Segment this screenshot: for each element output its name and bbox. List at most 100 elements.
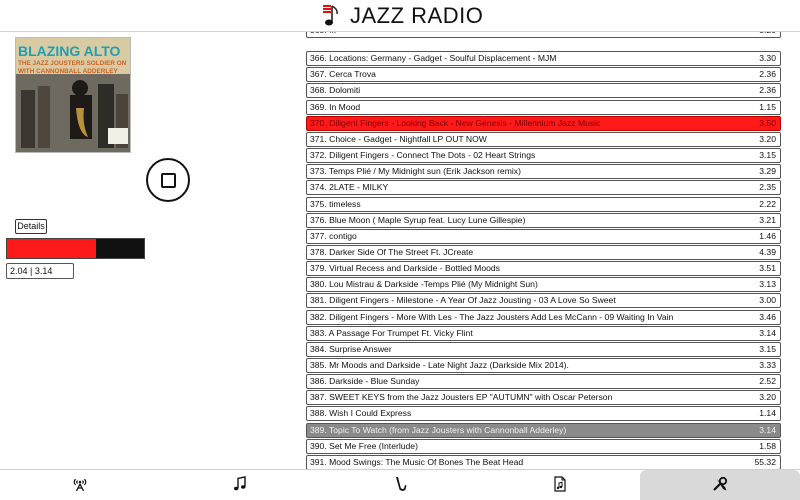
playlist-track[interactable]: 372. Diligent Fingers - Connect The Dots… bbox=[306, 148, 781, 163]
playlist-track[interactable]: 367. Cerca Trova 2.36 bbox=[306, 67, 781, 83]
music-note-logo-icon bbox=[323, 5, 338, 26]
playlist-track[interactable]: 375. timeless 2.22 bbox=[306, 196, 781, 212]
album-subtitle-line1: THE JAZZ JOUSTERS SOLDIER ON bbox=[18, 60, 127, 67]
track-duration: 3.21 bbox=[759, 214, 776, 225]
playlist-track[interactable]: 387. SWEET KEYS from the Jazz Jousters E… bbox=[306, 390, 781, 406]
playlist-track[interactable]: 377. contigo 1.46 bbox=[306, 228, 781, 244]
track-title: 391. Mood Swings: The Music Of Bones The… bbox=[310, 456, 524, 467]
playlist-track[interactable]: 376. Blue Moon ( Maple Syrup feat. Lucy … bbox=[306, 212, 781, 228]
album-cover: BLAZING ALTO THE JAZZ JOUSTERS SOLDIER O… bbox=[15, 37, 131, 153]
track-duration: 3.15 bbox=[759, 343, 776, 354]
playback-time: 2.04 | 3.14 bbox=[6, 263, 74, 279]
playlist-track[interactable]: 383. A Passage For Trumpet Ft. Vicky Fli… bbox=[306, 325, 781, 341]
tools-icon bbox=[713, 476, 728, 491]
playlist-track[interactable]: 366. Locations: Germany - Gadget - Soulf… bbox=[306, 51, 781, 67]
stop-button[interactable] bbox=[146, 158, 190, 202]
track-title: 378. Darker Side Of The Street Ft. JCrea… bbox=[310, 246, 474, 257]
playlist-track[interactable]: 384. Surprise Answer 3.15 bbox=[306, 341, 781, 357]
track-duration: 3.30 bbox=[759, 53, 776, 64]
track-title: 389. Topic To Watch (from Jazz Jousters … bbox=[310, 424, 567, 435]
track-duration: 3.14 bbox=[759, 327, 776, 338]
tab-saxophone[interactable] bbox=[320, 470, 480, 500]
app-title: JAZZ RADIO bbox=[350, 3, 484, 28]
track-title: 370. Diligent Fingers - Looking Back - N… bbox=[310, 117, 601, 128]
track-title: 388. Wish I Could Express bbox=[310, 408, 412, 419]
track-duration: 1.14 bbox=[759, 408, 776, 419]
playlist-track[interactable]: 390. Set Me Free (Interlude) 1.58 bbox=[306, 438, 781, 454]
track-title: 366. Locations: Germany - Gadget - Soulf… bbox=[310, 53, 557, 64]
track-duration: 4.39 bbox=[759, 246, 776, 257]
track-duration: 2.22 bbox=[759, 198, 776, 209]
track-title: 380. Lou Mistrau & Darkside -Temps Plié … bbox=[310, 279, 538, 290]
music-note-icon bbox=[234, 476, 246, 491]
playback-progress-bar bbox=[6, 238, 145, 259]
track-title: 382. Diligent Fingers - More With Les - … bbox=[310, 311, 674, 322]
playlist-track[interactable]: 365. ... 3.20 bbox=[306, 32, 781, 38]
playlist-track[interactable]: 386. Darkside - Blue Sunday 2.52 bbox=[306, 374, 781, 390]
track-title: 386. Darkside - Blue Sunday bbox=[310, 376, 420, 387]
header: JAZZ RADIO bbox=[0, 0, 800, 32]
playlist-track[interactable]: 379. Virtual Recess and Darkside - Bottl… bbox=[306, 261, 781, 277]
tab-settings[interactable] bbox=[640, 470, 800, 500]
track-duration: 3.51 bbox=[759, 263, 776, 274]
playlist-track[interactable]: 369. In Mood 1.15 bbox=[306, 99, 781, 115]
playlist-track[interactable]: 388. Wish I Could Express 1.14 bbox=[306, 406, 781, 422]
track-title: 384. Surprise Answer bbox=[310, 343, 392, 354]
track-title: 375. timeless bbox=[310, 198, 361, 209]
tab-radio[interactable] bbox=[0, 470, 160, 500]
track-duration: 3.50 bbox=[759, 117, 776, 128]
track-title: 373. Temps Plié / My Midnight sun (Erik … bbox=[310, 166, 521, 177]
playlist-track[interactable]: 380. Lou Mistrau & Darkside -Temps Plié … bbox=[306, 277, 781, 293]
track-duration: 2.36 bbox=[759, 85, 776, 96]
track-duration: 2.35 bbox=[759, 182, 776, 193]
track-duration: 1.15 bbox=[759, 101, 776, 112]
track-duration: 3.29 bbox=[759, 166, 776, 177]
track-title: 390. Set Me Free (Interlude) bbox=[310, 440, 418, 451]
tab-music[interactable] bbox=[160, 470, 320, 500]
track-title: 379. Virtual Recess and Darkside - Bottl… bbox=[310, 263, 500, 274]
track-title: 369. In Mood bbox=[310, 101, 361, 112]
playlist-track[interactable]: 374. 2LATE - MILKY 2.35 bbox=[306, 180, 781, 196]
track-duration: 1.46 bbox=[759, 230, 776, 241]
tab-files[interactable] bbox=[480, 470, 640, 500]
track-title: 371. Choice - Gadget - Nightfall LP OUT … bbox=[310, 133, 487, 144]
track-duration: 3.33 bbox=[759, 360, 776, 370]
details-button[interactable]: Details bbox=[15, 219, 47, 234]
playlist-track[interactable]: 391. Mood Swings: The Music Of Bones The… bbox=[306, 454, 781, 469]
track-title: 368. Dolomiti bbox=[310, 85, 361, 96]
track-duration: 3.15 bbox=[759, 150, 776, 160]
jazz-radio-app: JAZZ RADIO BLAZING ALTO THE JAZZ JOUSTER… bbox=[0, 0, 800, 500]
track-duration: 3.46 bbox=[759, 311, 776, 322]
track-title: 387. SWEET KEYS from the Jazz Jousters E… bbox=[310, 392, 613, 403]
brand: JAZZ RADIO bbox=[320, 3, 483, 29]
playlist-track[interactable]: 378. Darker Side Of The Street Ft. JCrea… bbox=[306, 244, 781, 260]
tab-bar bbox=[0, 469, 800, 500]
playlist-track[interactable]: 382. Diligent Fingers - More With Les - … bbox=[306, 309, 781, 325]
stop-icon bbox=[161, 173, 176, 188]
playlist-track[interactable]: 389. Topic To Watch (from Jazz Jousters … bbox=[306, 422, 781, 438]
saxophone-icon bbox=[396, 477, 407, 491]
track-duration: 3.20 bbox=[759, 392, 776, 403]
progress-fill bbox=[7, 239, 97, 258]
music-file-icon bbox=[554, 476, 566, 492]
playlist-track[interactable]: 381. Diligent Fingers - Milestone - A Ye… bbox=[306, 293, 781, 309]
radio-antenna-icon bbox=[73, 478, 87, 492]
track-duration: 1.58 bbox=[759, 440, 776, 451]
track-title: 365. ... bbox=[310, 32, 336, 37]
track-duration: 55.32 bbox=[754, 456, 776, 467]
playlist[interactable]: 365. ... 3.20 366. Locations: Germany - Ga… bbox=[306, 32, 782, 469]
track-duration: 2.36 bbox=[759, 69, 776, 80]
playlist-track[interactable]: 373. Temps Plié / My Midnight sun (Erik … bbox=[306, 164, 781, 180]
playlist-track[interactable]: 370. Diligent Fingers - Looking Back - N… bbox=[306, 115, 781, 131]
track-title: 374. 2LATE - MILKY bbox=[310, 182, 389, 193]
track-title: 376. Blue Moon ( Maple Syrup feat. Lucy … bbox=[310, 214, 526, 225]
album-title-text: BLAZING ALTO bbox=[18, 43, 121, 59]
track-duration: 3.00 bbox=[759, 295, 776, 306]
track-title: 383. A Passage For Trumpet Ft. Vicky Fli… bbox=[310, 327, 473, 338]
playlist-track[interactable]: 368. Dolomiti 2.36 bbox=[306, 83, 781, 99]
playlist-track[interactable]: 385. Mr Moods and Darkside - Late Night … bbox=[306, 358, 781, 373]
track-duration: 3.20 bbox=[759, 133, 776, 144]
track-duration: 3.14 bbox=[759, 424, 776, 435]
playlist-track[interactable]: 371. Choice - Gadget - Nightfall LP OUT … bbox=[306, 131, 781, 147]
track-duration: 2.52 bbox=[759, 376, 776, 387]
